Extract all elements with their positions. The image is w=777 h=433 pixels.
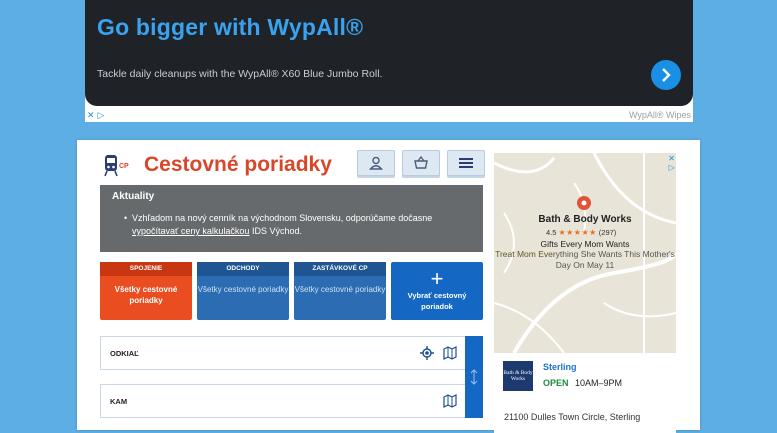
site-title: Cestovné poriadky xyxy=(144,153,332,176)
store-address: 21100 Dulles Town Circle, Sterling xyxy=(504,412,641,422)
store-hours-value: 10AM–9PM xyxy=(575,378,623,388)
adchoices-controls[interactable]: ✕ ▷ xyxy=(668,154,675,172)
plus-icon: + xyxy=(430,266,444,291)
locate-icon[interactable] xyxy=(420,346,434,360)
swap-button[interactable] xyxy=(465,336,483,418)
review-count: (297) xyxy=(598,228,617,237)
store-hours: OPEN 10AM–9PM xyxy=(543,378,622,388)
map-rating: 4.5 ★★★★★ (297) xyxy=(546,228,616,237)
to-field[interactable]: KAM xyxy=(100,384,466,418)
map-headline: Gifts Every Mom Wants xyxy=(540,239,630,249)
top-ad-brand[interactable]: WypAll® Wipes xyxy=(629,110,691,120)
tile-odchody-head: ODCHODY xyxy=(197,262,289,276)
basket-button[interactable] xyxy=(402,150,440,176)
rating-stars-icon: ★★★★★ xyxy=(558,228,597,237)
map-store-title[interactable]: Bath & Body Works xyxy=(494,214,676,225)
top-ad-description: Tackle daily cleanups with the WypAll® X… xyxy=(97,68,383,80)
tile-spojenie-head: SPOJENIE xyxy=(100,262,192,276)
news-text: Vzhľadom na nový cenník na východnom Slo… xyxy=(132,213,433,223)
top-ad-creative[interactable]: Go bigger with WypAll® Tackle daily clea… xyxy=(85,0,693,106)
hamburger-menu-icon xyxy=(459,158,473,168)
top-ad-banner[interactable]: Go bigger with WypAll® Tackle daily clea… xyxy=(85,0,693,122)
news-bullet: • xyxy=(124,213,128,223)
news-item: Vzhľadom na nový cenník na východnom Slo… xyxy=(132,212,472,238)
rating-value: 4.5 xyxy=(546,228,557,237)
adchoices-icon[interactable]: ▷ xyxy=(668,163,675,172)
store-logo[interactable]: Bath & Body Works xyxy=(503,361,533,391)
swap-arrows-icon xyxy=(470,369,478,385)
news-text-end: IDS Východ. xyxy=(249,226,302,236)
tile-spojenie[interactable]: SPOJENIE Všetky cestovné poriadky xyxy=(100,262,192,320)
calculator-link[interactable]: vypočítavať ceny kalkulačkou xyxy=(132,226,249,236)
tile-zastavkove-head: ZASTÁVKOVÉ CP xyxy=(294,262,386,276)
train-logo-icon: CP xyxy=(104,153,129,177)
tile-zastavkove-label: Všetky cestovné poriadky xyxy=(294,285,386,294)
menu-button[interactable] xyxy=(447,150,485,176)
top-ad-controls: ✕ ▷ xyxy=(87,110,104,121)
news-title: Aktuality xyxy=(112,191,155,202)
adchoices-icon[interactable]: ▷ xyxy=(98,110,105,121)
top-ad-arrow-button[interactable] xyxy=(651,60,681,90)
tile-spojenie-label: Všetky cestovné poriadky xyxy=(114,285,178,305)
news-box: Aktuality • Vzhľadom na nový cenník na v… xyxy=(100,185,483,252)
tile-odchody[interactable]: ODCHODY Všetky cestovné poriadky xyxy=(197,262,289,320)
from-label: ODKIAĽ xyxy=(110,349,139,358)
from-field[interactable]: ODKIAĽ xyxy=(100,336,466,370)
map-icon[interactable] xyxy=(443,394,457,408)
logo-badge: CP xyxy=(119,163,129,170)
store-location[interactable]: Sterling xyxy=(543,362,577,372)
tile-vybrat-label: Vybrať cestovný poriadok xyxy=(407,291,467,311)
user-icon xyxy=(369,156,383,170)
user-button[interactable] xyxy=(357,150,395,176)
close-ad-icon[interactable]: ✕ xyxy=(87,110,95,121)
map-ad[interactable]: Bath & Body Works 4.5 ★★★★★ (297) Gifts … xyxy=(494,153,676,433)
basket-icon xyxy=(414,156,428,169)
tile-vybrat[interactable]: + Vybrať cestovný poriadok xyxy=(391,262,483,320)
tile-zastavkove[interactable]: ZASTÁVKOVÉ CP Všetky cestovné poriadky xyxy=(294,262,386,320)
store-status: OPEN xyxy=(543,378,569,388)
top-ad-title[interactable]: Go bigger with WypAll® xyxy=(97,14,363,41)
to-label: KAM xyxy=(110,397,128,406)
tile-odchody-label: Všetky cestovné poriadky xyxy=(197,285,289,294)
close-ad-icon[interactable]: ✕ xyxy=(668,154,675,163)
map-icon[interactable] xyxy=(443,346,457,360)
map-subtext: Treat Mom Everything She Wants This Moth… xyxy=(495,249,675,270)
chevron-right-icon xyxy=(662,68,671,82)
ad-map[interactable]: Bath & Body Works 4.5 ★★★★★ (297) Gifts … xyxy=(494,153,676,353)
site-logo[interactable]: CP Cestovné poriadky xyxy=(104,153,332,177)
